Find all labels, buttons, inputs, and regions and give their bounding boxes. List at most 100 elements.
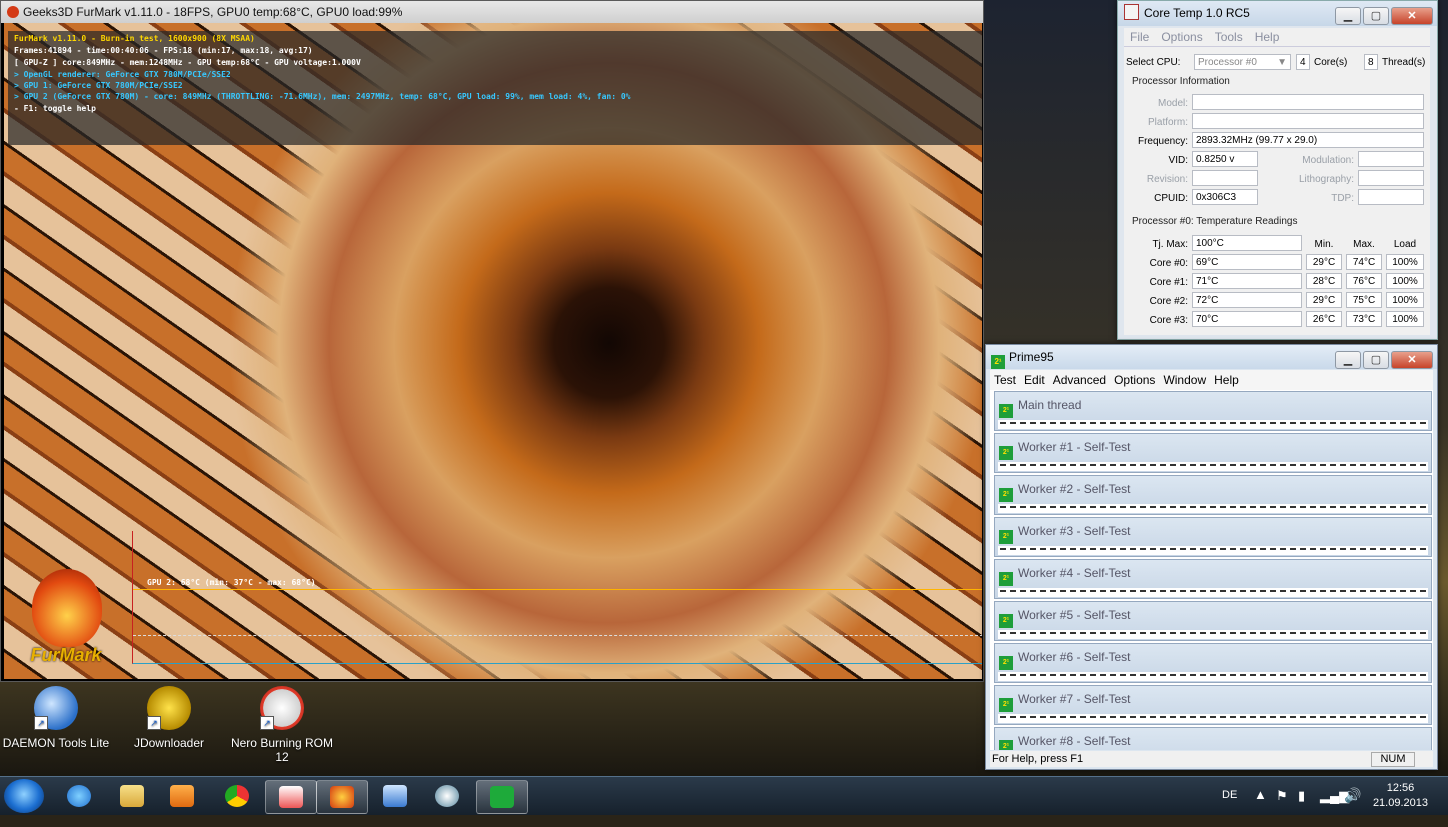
- start-button[interactable]: [4, 779, 44, 813]
- desktop-icon-jdownloader[interactable]: ↗ JDownloader: [114, 686, 224, 750]
- mdi-window-title: Worker #4 - Self-Test: [1018, 566, 1131, 580]
- desktop-icon-label: DAEMON Tools Lite: [2, 736, 110, 750]
- palette-icon: [435, 785, 459, 807]
- select-cpu-value: Processor #0: [1198, 57, 1257, 68]
- taskbar-internet-explorer[interactable]: [54, 780, 104, 812]
- num-lock-indicator: NUM: [1371, 752, 1415, 767]
- mdi-window-title: Worker #6 - Self-Test: [1018, 650, 1131, 664]
- furmark-title: Geeks3D FurMark v1.11.0 - 18FPS, GPU0 te…: [23, 5, 403, 19]
- action-center-flag-icon[interactable]: ⚑: [1276, 788, 1288, 826]
- taskbar-coretemp[interactable]: [265, 780, 317, 814]
- furmark-app-icon: [330, 786, 354, 808]
- taskbar-media-player[interactable]: [157, 780, 207, 812]
- max-column-header: Max.: [1353, 239, 1375, 250]
- coretemp-titlebar[interactable]: Core Temp 1.0 RC5 ▁ ▢ ✕: [1118, 1, 1437, 26]
- taskbar-prime95[interactable]: [476, 780, 528, 814]
- desktop-icon-label: JDownloader: [133, 736, 205, 750]
- menu-test[interactable]: Test: [994, 370, 1016, 390]
- furmark-titlebar[interactable]: Geeks3D FurMark v1.11.0 - 18FPS, GPU0 te…: [1, 1, 983, 23]
- mdi-window-worker-4[interactable]: 2¹ Worker #4 - Self-Test: [994, 559, 1432, 599]
- prime95-app-icon: 2¹: [999, 698, 1013, 712]
- mdi-window-worker-2[interactable]: 2¹ Worker #2 - Self-Test: [994, 475, 1432, 515]
- taskbar-paint[interactable]: [422, 780, 472, 812]
- mdi-window-title: Worker #3 - Self-Test: [1018, 524, 1131, 538]
- menu-help[interactable]: Help: [1214, 370, 1239, 390]
- select-cpu-dropdown[interactable]: Processor #0 ▼: [1194, 54, 1291, 70]
- furmark-render-canvas: FurMark v1.11.0 - Burn-in test, 1600x900…: [4, 23, 982, 679]
- prime95-app-icon: 2¹: [999, 572, 1013, 586]
- desktop: ↗ DAEMON Tools Lite ↗ JDownloader ↗ Nero…: [0, 0, 1448, 776]
- taskbar-chrome[interactable]: [212, 780, 262, 812]
- menu-edit[interactable]: Edit: [1024, 370, 1045, 390]
- menu-file[interactable]: File: [1130, 28, 1149, 46]
- system-clock[interactable]: 12:56 21.09.2013: [1373, 781, 1428, 811]
- mdi-window-main-thread[interactable]: 2¹ Main thread: [994, 391, 1432, 431]
- core-max: 73°C: [1346, 311, 1382, 327]
- lithography-label: Lithography:: [1298, 174, 1354, 185]
- prime95-app-icon: 2¹: [999, 404, 1013, 418]
- show-hidden-icons[interactable]: ▲: [1254, 787, 1267, 825]
- taskbar-furmark[interactable]: [316, 780, 368, 814]
- prime95-app-icon: 2¹: [999, 614, 1013, 628]
- mdi-window-worker-7[interactable]: 2¹ Worker #7 - Self-Test: [994, 685, 1432, 725]
- thermometer-icon: [1124, 4, 1139, 20]
- maximize-button[interactable]: ▢: [1363, 7, 1389, 25]
- mdi-window-worker-5[interactable]: 2¹ Worker #5 - Self-Test: [994, 601, 1432, 641]
- prime95-app-icon: 2¹: [999, 656, 1013, 670]
- taskbar-explorer[interactable]: [107, 780, 157, 812]
- tjmax-value: 100°C: [1192, 235, 1302, 251]
- language-indicator[interactable]: DE: [1222, 789, 1237, 827]
- revision-value: [1192, 170, 1258, 186]
- threads-count: 8: [1364, 54, 1378, 70]
- mdi-window-title: Worker #7 - Self-Test: [1018, 692, 1131, 706]
- prime95-titlebar[interactable]: 2¹ Prime95 ▁ ▢ ✕: [986, 345, 1437, 369]
- modulation-label: Modulation:: [1302, 155, 1354, 166]
- mdi-window-worker-3[interactable]: 2¹ Worker #3 - Self-Test: [994, 517, 1432, 557]
- menu-tools[interactable]: Tools: [1215, 28, 1243, 46]
- vid-value: 0.8250 v: [1192, 151, 1258, 167]
- volume-icon[interactable]: 🔊: [1344, 787, 1361, 825]
- menu-help[interactable]: Help: [1255, 28, 1280, 46]
- core-temp: 72°C: [1192, 292, 1302, 308]
- processor-info-title: Processor Information: [1132, 76, 1230, 87]
- clock-date: 21.09.2013: [1372, 797, 1428, 809]
- desktop-icon-daemon-tools[interactable]: ↗ DAEMON Tools Lite: [1, 686, 111, 750]
- furmark-window[interactable]: Geeks3D FurMark v1.11.0 - 18FPS, GPU0 te…: [0, 0, 984, 682]
- mdi-window-worker-8[interactable]: 2¹ Worker #8 - Self-Test: [994, 727, 1432, 750]
- model-label: Model:: [1157, 98, 1188, 109]
- desktop-icon-nero[interactable]: ↗ Nero Burning ROM 12: [227, 686, 337, 764]
- minimize-button[interactable]: ▁: [1335, 7, 1361, 25]
- prime95-statusbar: For Help, press F1 NUM: [990, 751, 1433, 767]
- coretemp-window[interactable]: Core Temp 1.0 RC5 ▁ ▢ ✕ File Options Tools He…: [1117, 0, 1438, 340]
- prime95-window[interactable]: 2¹ Prime95 ▁ ▢ ✕ Test Edit Advanced Options Win…: [985, 344, 1438, 770]
- furmark-logo: FurMark: [10, 569, 122, 669]
- core-temp: 71°C: [1192, 273, 1302, 289]
- battery-icon[interactable]: ▮: [1298, 788, 1305, 826]
- mdi-window-title: Worker #8 - Self-Test: [1018, 734, 1131, 748]
- core-min: 29°C: [1306, 254, 1342, 270]
- furmark-info-overlay: FurMark v1.11.0 - Burn-in test, 1600x900…: [8, 31, 982, 145]
- mdi-window-worker-6[interactable]: 2¹ Worker #6 - Self-Test: [994, 643, 1432, 683]
- maximize-button[interactable]: ▢: [1363, 351, 1389, 369]
- modulation-value: [1358, 151, 1424, 167]
- frequency-value: 2893.32MHz (99.77 x 29.0): [1192, 132, 1424, 148]
- gpu-temp-graph-label: GPU 2: 68°C (min: 37°C - max: 68°C): [147, 578, 316, 587]
- core-min: 29°C: [1306, 292, 1342, 308]
- menu-options[interactable]: Options: [1114, 370, 1155, 390]
- core-max: 74°C: [1346, 254, 1382, 270]
- menu-options[interactable]: Options: [1161, 28, 1202, 46]
- media-player-icon: [170, 785, 194, 807]
- minimize-button[interactable]: ▁: [1335, 351, 1361, 369]
- taskbar-remote-desktop[interactable]: [370, 780, 420, 812]
- overlay-line: FurMark v1.11.0 - Burn-in test, 1600x900…: [14, 34, 255, 43]
- close-button[interactable]: ✕: [1391, 351, 1433, 369]
- graph-dashed-line: [133, 635, 982, 636]
- close-button[interactable]: ✕: [1391, 7, 1433, 25]
- cpuid-label: CPUID:: [1154, 193, 1188, 204]
- platform-value: [1192, 113, 1424, 129]
- menu-window[interactable]: Window: [1163, 370, 1206, 390]
- shortcut-arrow-icon: ↗: [34, 716, 48, 730]
- menu-advanced[interactable]: Advanced: [1053, 370, 1106, 390]
- mdi-window-title: Worker #1 - Self-Test: [1018, 440, 1131, 454]
- mdi-window-worker-1[interactable]: 2¹ Worker #1 - Self-Test: [994, 433, 1432, 473]
